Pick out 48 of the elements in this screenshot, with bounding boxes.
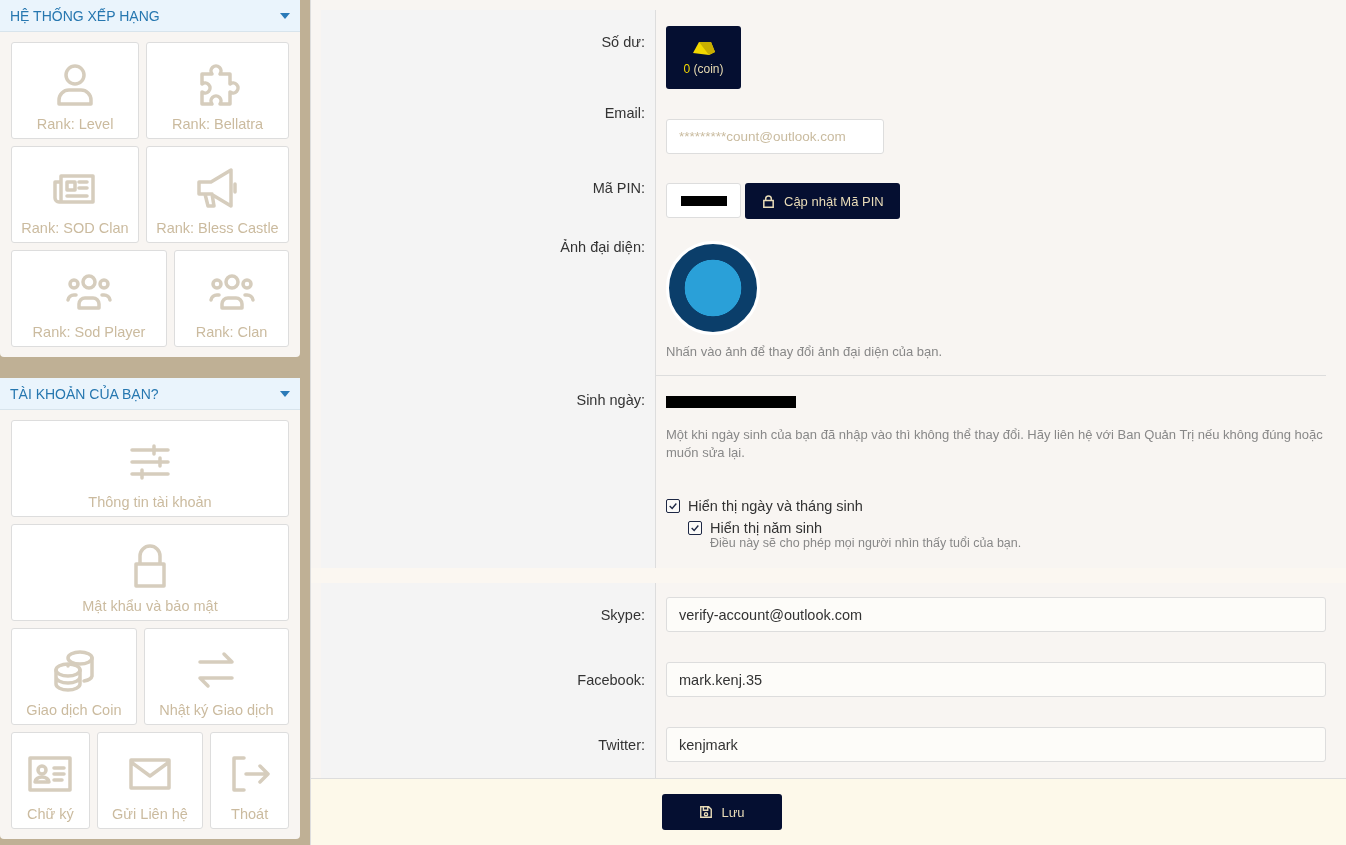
- panel-header[interactable]: HỆ THỐNG XẾP HẠNG: [0, 0, 300, 32]
- menu-tile[interactable]: Rank: SOD Clan: [11, 146, 139, 243]
- menu-tile[interactable]: Thoát: [210, 732, 289, 829]
- save-button[interactable]: Lưu: [662, 794, 782, 830]
- panel-title: HỆ THỐNG XẾP HẠNG: [10, 7, 160, 24]
- hint-text: Điều này sẽ cho phép mọi người nhìn thấy tuổi của bạn.: [709, 536, 1023, 550]
- ingot-icon: [690, 39, 717, 56]
- field-label: Email:: [321, 89, 656, 154]
- pin-field[interactable]: [666, 183, 741, 218]
- checkmark-icon: [668, 501, 678, 511]
- floppy-disk-icon: [699, 805, 714, 819]
- checkmark-icon: [690, 523, 700, 533]
- checkbox-label[interactable]: Hiển thị năm sinh: [710, 520, 823, 536]
- field-label: Twitter:: [321, 713, 656, 778]
- lock-icon: [761, 193, 776, 209]
- field-label: Facebook:: [321, 648, 656, 713]
- checkbox[interactable]: [666, 499, 680, 513]
- menu-tile[interactable]: Rank: Bless Castle: [145, 146, 289, 243]
- menu-tile[interactable]: Mật khẩu và bảo mật: [11, 524, 289, 621]
- caret-icon[interactable]: [280, 12, 290, 19]
- text-field[interactable]: kenjmark: [666, 727, 1326, 762]
- checkbox-label[interactable]: Hiển thị ngày và tháng sinh: [688, 498, 863, 514]
- hint-text: Nhấn vào ảnh để thay đổi ảnh đại diện của bạn.: [666, 343, 944, 361]
- update-pin-button[interactable]: Cập nhật Mã PIN: [745, 183, 900, 219]
- menu-tile[interactable]: Rank: Clan: [174, 250, 289, 347]
- field-label: Số dư:: [321, 10, 656, 89]
- field-label: Mã PIN:: [321, 154, 656, 219]
- checkbox[interactable]: [688, 521, 702, 535]
- balance-amount: 0 (coin): [683, 61, 724, 76]
- caret-icon[interactable]: [280, 390, 290, 397]
- menu-tile[interactable]: Giao dịch Coin: [11, 628, 137, 725]
- email-field[interactable]: *********count@outlook.com: [666, 119, 884, 154]
- redaction-mark: [680, 195, 727, 206]
- menu-tile[interactable]: Thông tin tài khoản: [11, 420, 289, 517]
- field-label: Sinh ngày:: [321, 376, 656, 568]
- menu-tile[interactable]: Chữ ký: [11, 732, 90, 829]
- panel-header[interactable]: TÀI KHOẢN CỦA BẠN?: [0, 378, 300, 410]
- text-field[interactable]: mark.kenj.35: [666, 662, 1326, 697]
- menu-tile[interactable]: Nhật ký Giao dịch: [143, 628, 289, 725]
- field-label: Ảnh đại diện:: [321, 219, 656, 376]
- hint-text: Một khi ngày sinh của bạn đã nhập vào thì không thể thay đổi. Hãy liên hệ với Ban Quản Trị nếu không đúng hoặc muốn sửa lại.: [666, 426, 1324, 462]
- panel-title: TÀI KHOẢN CỦA BẠN?: [10, 385, 159, 402]
- menu-tile[interactable]: Rank: Bellatra: [146, 42, 289, 139]
- field-label: Skype:: [321, 583, 656, 648]
- menu-tile[interactable]: Gửi Liên hệ: [96, 732, 204, 829]
- text-field[interactable]: verify-account@outlook.com: [666, 597, 1326, 632]
- menu-tile[interactable]: Rank: Level: [11, 42, 140, 139]
- menu-tile[interactable]: Rank: Sod Player: [11, 250, 168, 347]
